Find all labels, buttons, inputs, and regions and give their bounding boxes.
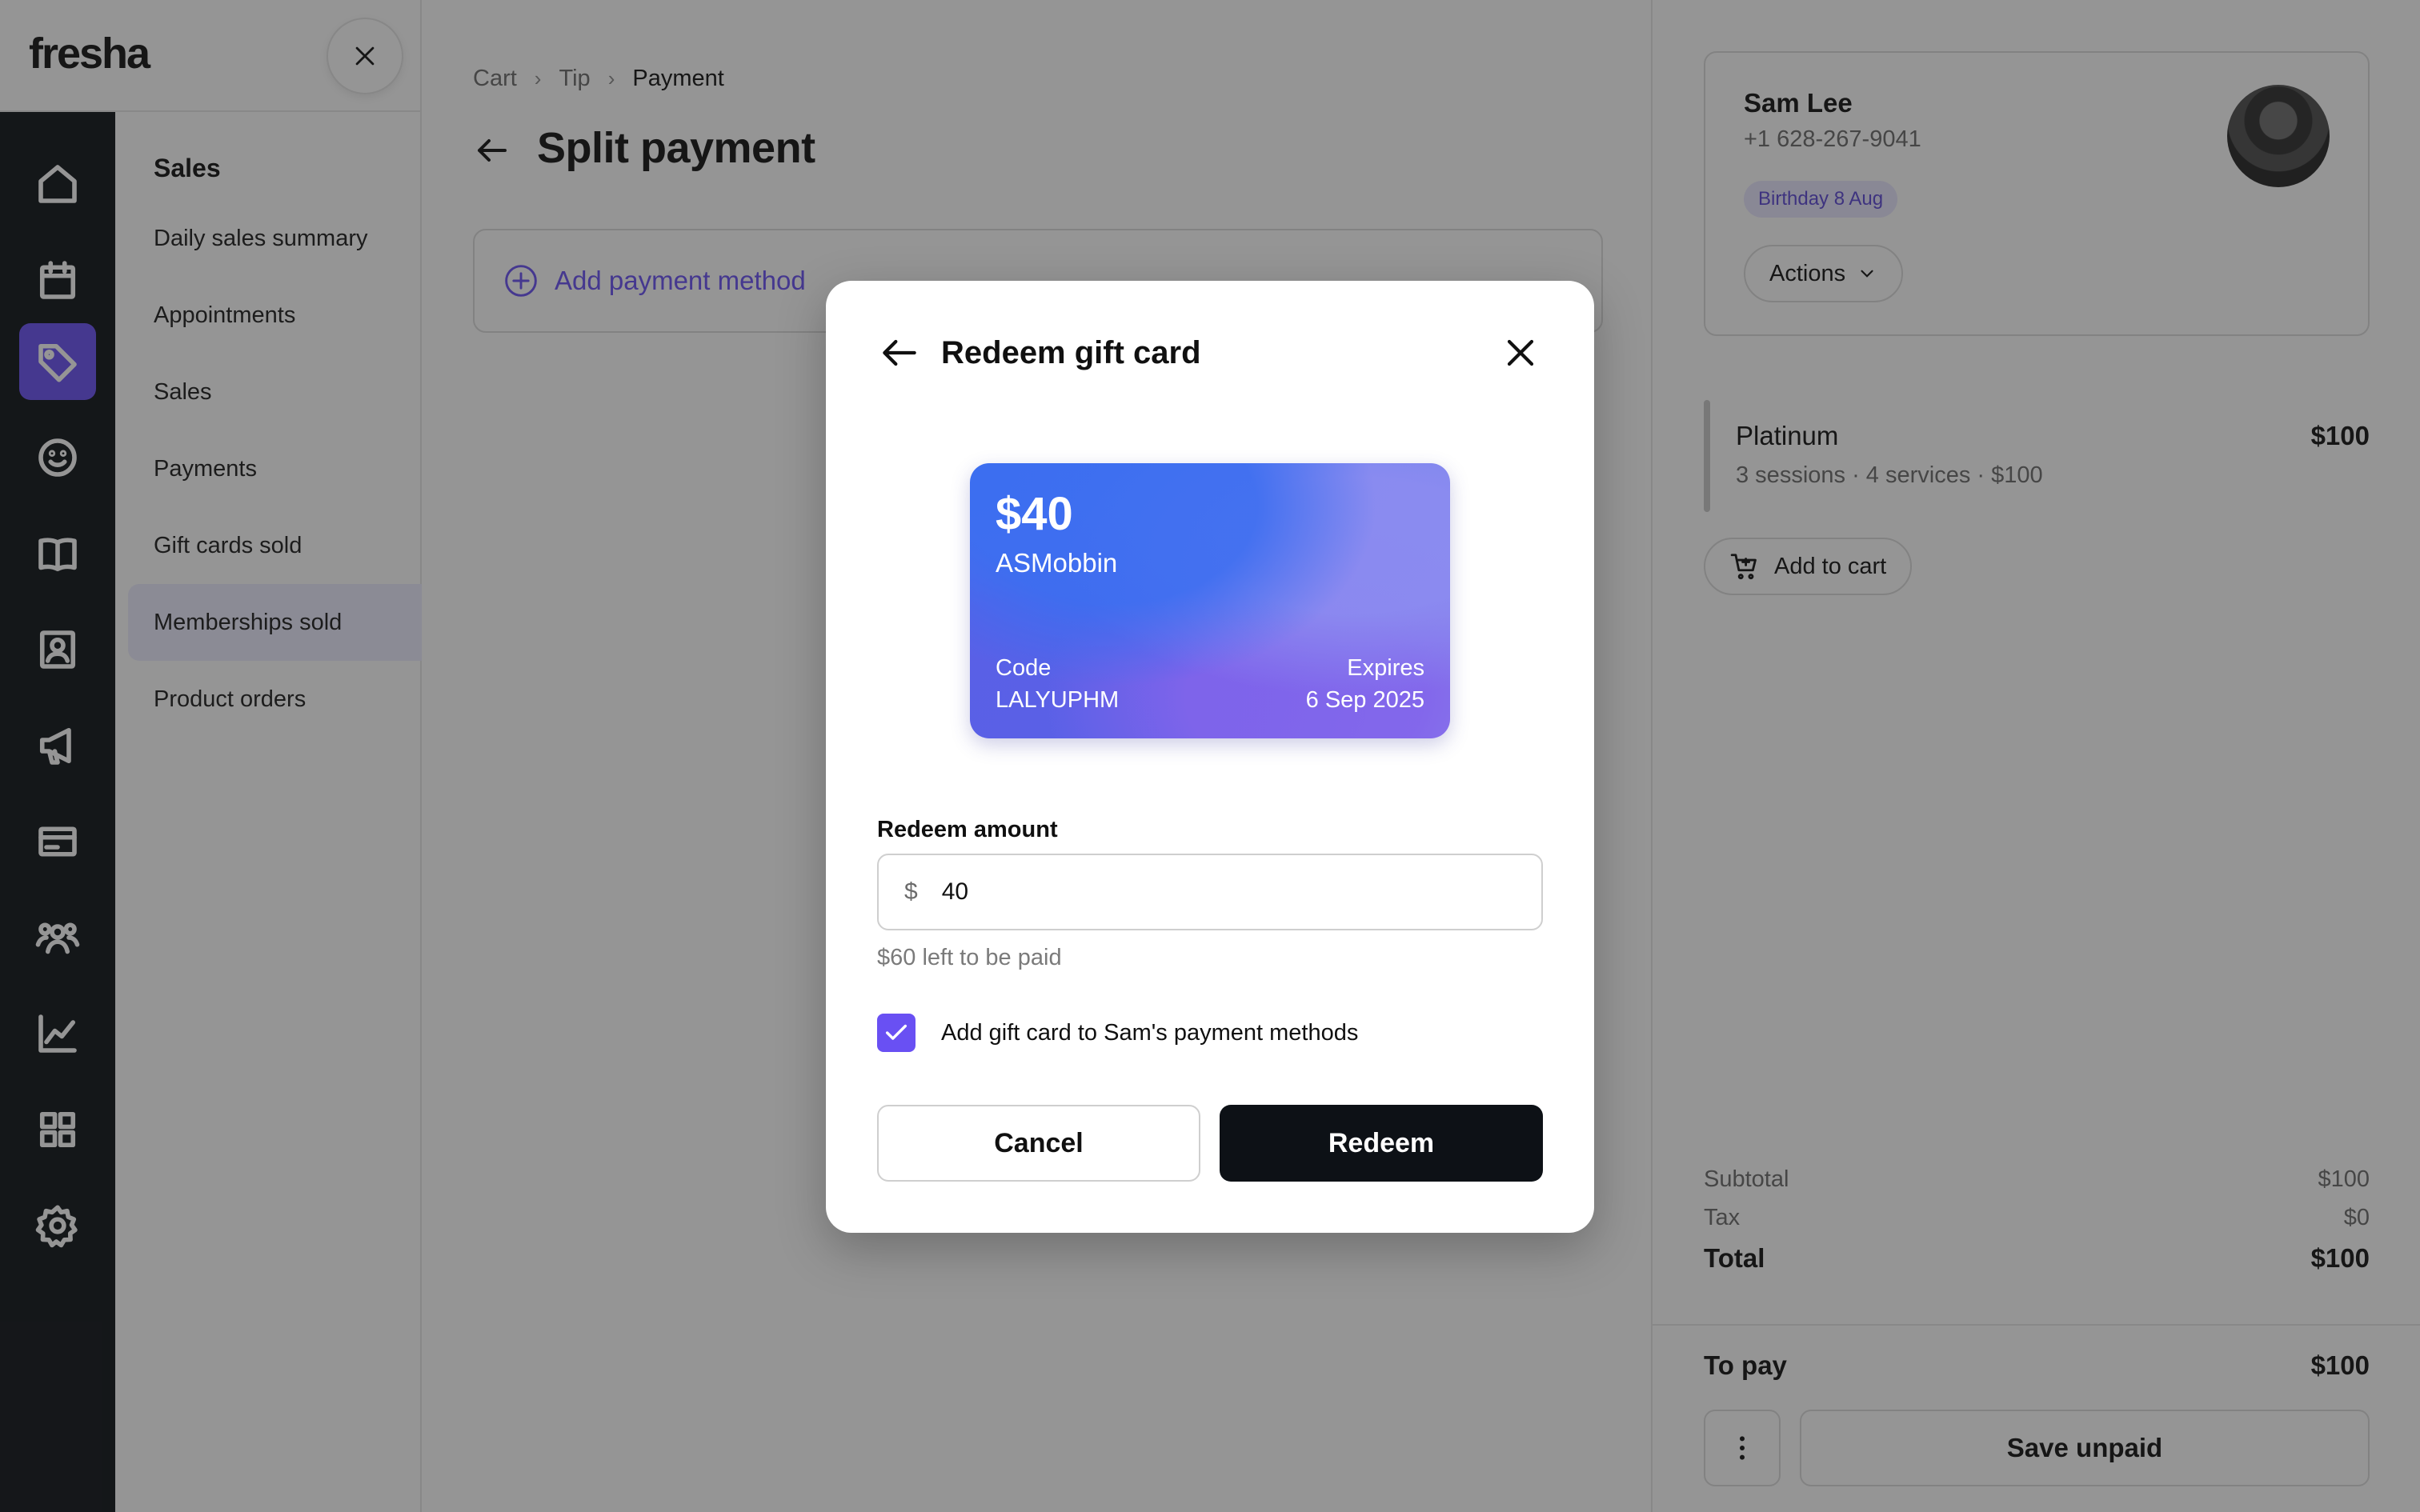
- save-gift-card-checkbox[interactable]: [877, 1014, 916, 1052]
- modal-title: Redeem gift card: [941, 335, 1201, 370]
- gift-card-code: LALYUPHM: [996, 687, 1120, 713]
- gift-card-code-label: Code: [996, 655, 1052, 681]
- redeem-amount-label: Redeem amount: [877, 817, 1058, 842]
- gift-card-expires-label: Expires: [1347, 655, 1424, 681]
- back-arrow-icon[interactable]: [877, 330, 922, 375]
- checkmark-icon: [885, 1024, 908, 1040]
- redeem-button[interactable]: Redeem: [1220, 1105, 1543, 1182]
- currency-prefix: $: [904, 878, 918, 905]
- save-gift-card-option[interactable]: Add gift card to Sam's payment methods: [877, 1014, 1358, 1052]
- save-gift-card-label: Add gift card to Sam's payment methods: [941, 1019, 1359, 1046]
- gift-card-amount: $40: [996, 488, 1073, 540]
- gift-card-expires: 6 Sep 2025: [1305, 687, 1424, 713]
- left-to-pay-text: $60 left to be paid: [877, 945, 1062, 970]
- close-icon[interactable]: [1498, 330, 1543, 375]
- gift-card: $40 ASMobbin Code LALYUPHM Expires 6 Sep…: [970, 463, 1450, 738]
- cancel-button[interactable]: Cancel: [877, 1105, 1200, 1182]
- gift-card-owner: ASMobbin: [996, 548, 1118, 578]
- redeem-gift-card-modal: Redeem gift card $40 ASMobbin Code LALYU…: [826, 281, 1594, 1233]
- redeem-amount-input[interactable]: 40: [942, 878, 968, 906]
- redeem-amount-field[interactable]: $ 40: [877, 854, 1543, 930]
